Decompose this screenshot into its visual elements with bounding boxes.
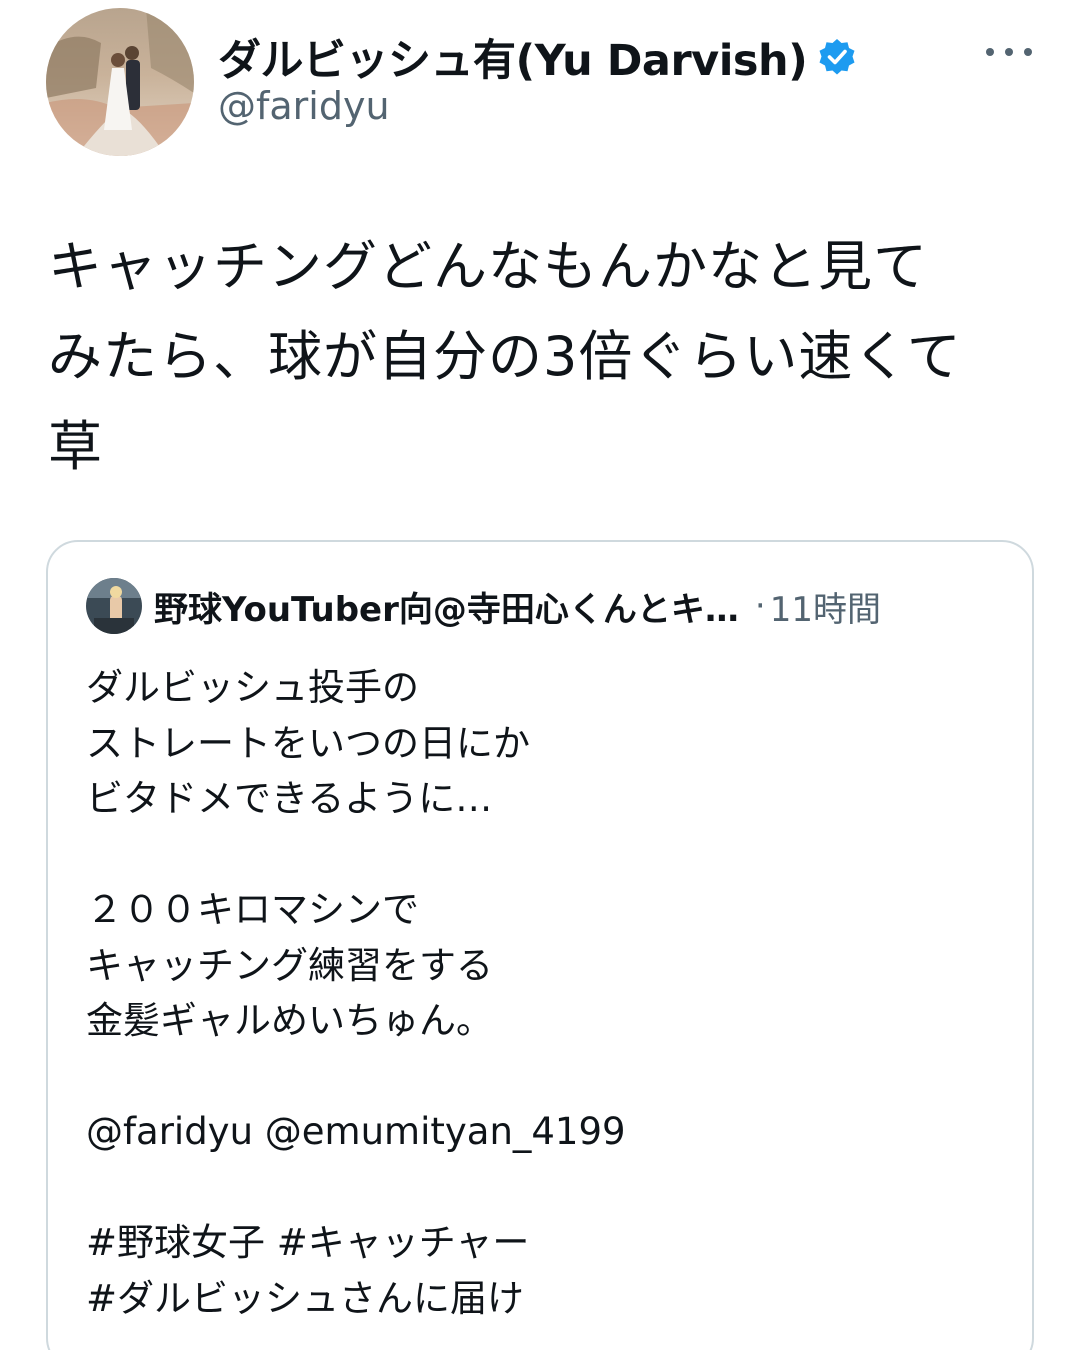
quoted-tweet-text: ダルビッシュ投手の ストレートをいつの日にか ビタドメできるように… ２００キロ… xyxy=(86,660,986,1326)
author-display-name[interactable]: ダルビッシュ有(Yu Darvish) xyxy=(218,26,857,88)
quoted-mentions[interactable]: @faridyu @emumityan_4199 xyxy=(86,1104,986,1160)
verified-badge-icon xyxy=(817,37,857,77)
quoted-separator: · xyxy=(754,586,766,626)
tweet-text: キャッチングどんなもんかなと見て みたら、球が自分の3倍ぐらい速くて 草 xyxy=(48,222,1048,492)
quoted-tweet-card[interactable]: 野球YouTuber向@寺田心くんとキ… · 11時間 ダルビッシュ投手の スト… xyxy=(46,540,1034,1350)
tweet-text-line: キャッチングどんなもんかなと見て xyxy=(48,235,928,298)
author-handle[interactable]: @faridyu xyxy=(218,84,390,128)
quoted-hashtags[interactable]: #ダルビッシュさんに届け xyxy=(86,1271,986,1327)
tweet-text-line: みたら、球が自分の3倍ぐらい速くて xyxy=(48,325,962,388)
quoted-tweet-header: 野球YouTuber向@寺田心くんとキ… · 11時間 xyxy=(86,578,881,634)
quoted-text-line: キャッチング練習をする xyxy=(86,943,493,987)
quoted-text-line: 金髪ギャルめいちゅん。 xyxy=(86,999,493,1042)
more-options-icon[interactable] xyxy=(986,38,1032,66)
quoted-text-line: ストレートをいつの日にか xyxy=(86,721,530,765)
quoted-text-line xyxy=(86,827,986,883)
quoted-hashtags[interactable]: #野球女子 #キャッチャー xyxy=(86,1215,986,1271)
tweet-text-line: 草 xyxy=(48,415,103,478)
quoted-text-line xyxy=(86,1049,986,1105)
quoted-timestamp[interactable]: 11時間 xyxy=(770,582,881,631)
quoted-text-line: ２００キロマシンで xyxy=(86,888,419,931)
quoted-author-avatar[interactable] xyxy=(86,578,142,634)
quoted-author-name[interactable]: 野球YouTuber向@寺田心くんとキ… xyxy=(154,582,739,631)
author-avatar[interactable] xyxy=(46,8,194,156)
quoted-text-line: ビタドメできるように… xyxy=(86,777,493,820)
tweet-screenshot: ダルビッシュ有(Yu Darvish) @faridyu キャッチングどんなもん… xyxy=(0,0,1080,1350)
quoted-text-line: ダルビッシュ投手の xyxy=(86,666,419,709)
quoted-text-line xyxy=(86,1160,986,1216)
author-name-text: ダルビッシュ有(Yu Darvish) xyxy=(218,36,808,86)
